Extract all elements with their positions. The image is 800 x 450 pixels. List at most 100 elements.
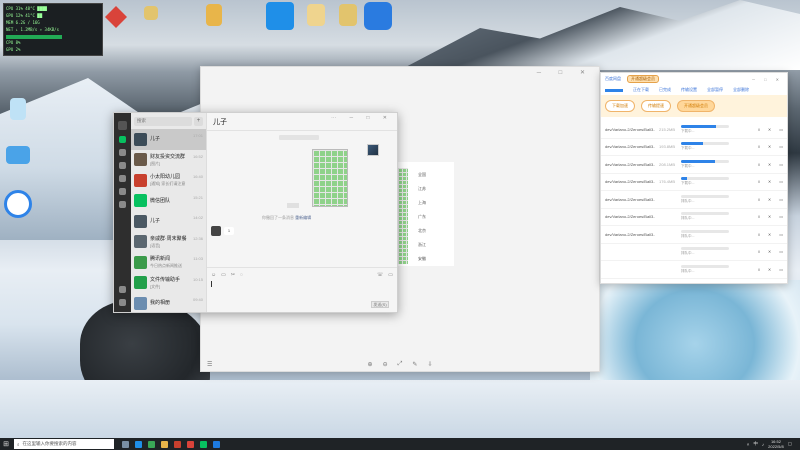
conversation-item[interactable]: 财友投资交流群 [图片] 16:52 — [131, 150, 206, 171]
conversation-item[interactable]: 亲戚群·周末聚餐 [语音] 12:36 — [131, 232, 206, 253]
folder-icon[interactable]: ▭ — [779, 197, 783, 202]
close-icon[interactable]: ✕ — [768, 232, 771, 237]
pause-icon[interactable]: ‖ — [758, 267, 760, 272]
scissors-icon[interactable]: ✂ — [231, 272, 235, 278]
download-row[interactable]: dev/Varlano-2/Zeroes/Ball3... 176.4MB 下载中.… — [601, 174, 787, 191]
zoom-out-icon[interactable]: ⊖ — [383, 361, 388, 368]
ime-indicator[interactable]: 中 — [753, 441, 758, 447]
contacts-icon[interactable] — [119, 149, 126, 156]
folder-icon[interactable]: ▭ — [779, 127, 783, 132]
pause-all-button[interactable]: 全部暂停 — [707, 87, 723, 93]
folder-icon[interactable]: ▭ — [779, 267, 783, 272]
delete-all-button[interactable]: 全部删除 — [733, 87, 749, 93]
close-icon[interactable]: ✕ — [768, 214, 771, 219]
clock[interactable]: 16:52 2022/5/8 — [768, 439, 784, 449]
pause-icon[interactable]: ‖ — [758, 127, 760, 132]
search-input[interactable]: 搜索 — [134, 116, 192, 126]
chat-icon[interactable] — [119, 136, 126, 143]
taskbar-app-icon[interactable] — [187, 440, 194, 448]
folder-icon[interactable] — [119, 175, 126, 182]
pause-icon[interactable]: ‖ — [758, 249, 760, 254]
pause-icon[interactable]: ‖ — [758, 162, 760, 167]
zoom-in-icon[interactable]: ⊕ — [368, 361, 373, 368]
close-icon[interactable]: ✕ — [768, 179, 771, 184]
desktop-icon-app[interactable] — [100, 6, 132, 30]
download-row[interactable]: dev/Varlano-2/Zeroes/Ball3... 排队中... ‖ ✕ ▭ — [601, 209, 787, 226]
emoji-icon[interactable]: ☺ — [211, 272, 216, 278]
folder-icon[interactable]: ▭ — [221, 272, 226, 278]
avatar[interactable] — [118, 121, 127, 130]
fullscreen-icon[interactable]: ⤢ — [398, 361, 403, 368]
folder-icon[interactable]: ▭ — [779, 144, 783, 149]
video-icon[interactable]: ▭ — [388, 272, 393, 278]
chat-window[interactable]: 搜索 + 儿子 17:01 财友投资交流群 [图片] 16:52 小太阳幼儿园 [通知] 家… — [113, 112, 398, 313]
phone-icon[interactable] — [119, 286, 126, 293]
pause-icon[interactable]: ‖ — [758, 214, 760, 219]
conversation-item[interactable]: 儿子 14:02 — [131, 211, 206, 232]
start-button[interactable]: ⊞ — [0, 440, 12, 448]
folder-icon[interactable]: ▭ — [779, 214, 783, 219]
taskbar-app-icon[interactable] — [148, 440, 155, 448]
vip-upgrade-button[interactable]: 开通超级会员 — [677, 100, 715, 112]
conversation-item[interactable]: 腾讯新闻 今日热点新闻推送 11:03 — [131, 252, 206, 273]
taskbar-app-icon[interactable] — [174, 440, 181, 448]
download-row[interactable]: dev/Varlano-2/Zeroes/Ball3... 208.1MB 下载中.… — [601, 156, 787, 174]
folder-icon[interactable]: ▭ — [779, 232, 783, 237]
add-icon[interactable]: + — [194, 116, 203, 126]
folder-icon[interactable]: ▭ — [779, 179, 783, 184]
desktop-icon-recycle-bin[interactable] — [2, 98, 34, 122]
menu-icon[interactable] — [119, 299, 126, 306]
desktop-icon-app[interactable] — [362, 2, 394, 32]
pause-icon[interactable]: ‖ — [758, 197, 760, 202]
desktop-icon-folder[interactable] — [300, 4, 332, 28]
compose-area[interactable]: ☺ ▭ ✂ ◌ ☏ ▭ 发送(S) — [207, 267, 397, 312]
tab-settings[interactable]: 传输设置 — [681, 87, 697, 93]
taskbar-search[interactable]: ⌕ 在这里输入你要搜索的内容 — [14, 439, 114, 449]
conversation-item[interactable]: 儿子 17:01 — [131, 129, 206, 150]
download-row[interactable]: 排队中... ‖ ✕ ▭ — [601, 261, 787, 279]
close-icon[interactable]: ✕ — [768, 127, 771, 132]
speedup-button[interactable]: 传输提速 — [641, 100, 671, 112]
desktop-icon-app[interactable] — [2, 146, 34, 166]
image-thumbnail[interactable] — [367, 144, 379, 156]
close-icon[interactable]: ✕ — [768, 162, 771, 167]
download-row[interactable]: 排队中... ‖ ✕ ▭ — [601, 244, 787, 261]
notification-icon[interactable]: ▢ — [788, 441, 792, 447]
pause-icon[interactable]: ‖ — [758, 144, 760, 149]
taskbar-app-icon[interactable] — [135, 440, 142, 448]
conversation-item[interactable]: 微信团队 15:21 — [131, 191, 206, 212]
close-icon[interactable]: ✕ — [768, 249, 771, 254]
desktop-icon-app[interactable] — [135, 6, 167, 22]
volume-icon[interactable]: ♪ — [762, 442, 764, 447]
taskbar-app-icon[interactable] — [213, 440, 220, 448]
download-manager-window[interactable]: 百度网盘 开通超级会员 ─ □ ✕ 正在下载 已完成 传输设置 全部暂停 全部删… — [600, 72, 788, 284]
conversation-item[interactable]: 文件传输助手 [文件] 10:15 — [131, 273, 206, 294]
send-button[interactable]: 发送(S) — [371, 301, 389, 308]
re-edit-link[interactable]: 重新编辑 — [295, 215, 311, 220]
download-row[interactable]: dev/Varlano-2/Zeroes/Ball3... 215.2MB 下载中.… — [601, 121, 787, 139]
close-icon[interactable]: ✕ — [768, 197, 771, 202]
close-icon[interactable]: ✕ — [768, 144, 771, 149]
desktop-icon-folder[interactable] — [332, 4, 364, 28]
phone-icon[interactable]: ☏ — [377, 272, 383, 278]
download-row[interactable]: dev/Varlano-2/Zeroes/Ball3... 排队中... ‖ ✕ ▭ — [601, 191, 787, 209]
desktop-icon-cloud-drive[interactable] — [2, 190, 34, 220]
vip-button[interactable]: 开通超级会员 — [627, 75, 659, 83]
download-icon[interactable]: ⇩ — [427, 361, 432, 368]
pause-icon[interactable]: ‖ — [758, 232, 760, 237]
window-controls[interactable]: ─ □ ✕ — [537, 69, 593, 76]
shared-image[interactable] — [312, 149, 348, 207]
accelerate-button[interactable]: 下载加速 — [605, 100, 635, 112]
taskbar-app-icon[interactable] — [122, 440, 129, 448]
menu-icon[interactable]: ☰ — [207, 361, 212, 368]
close-icon[interactable]: ✕ — [768, 267, 771, 272]
download-row[interactable]: dev/Varlano-2/Zeroes/Ball3... 193.8MB 下载中.… — [601, 139, 787, 156]
desktop-icon-app[interactable] — [264, 2, 296, 32]
window-controls[interactable]: ⋯ ─ □ ✕ — [331, 115, 393, 121]
moments-icon[interactable] — [119, 188, 126, 195]
chat-bubble-icon[interactable]: ◌ — [240, 272, 243, 278]
edit-icon[interactable]: ✎ — [412, 361, 417, 368]
favorites-icon[interactable] — [119, 162, 126, 169]
tray-up-icon[interactable]: ˄ — [747, 442, 750, 447]
tab-completed[interactable]: 已完成 — [659, 87, 671, 93]
